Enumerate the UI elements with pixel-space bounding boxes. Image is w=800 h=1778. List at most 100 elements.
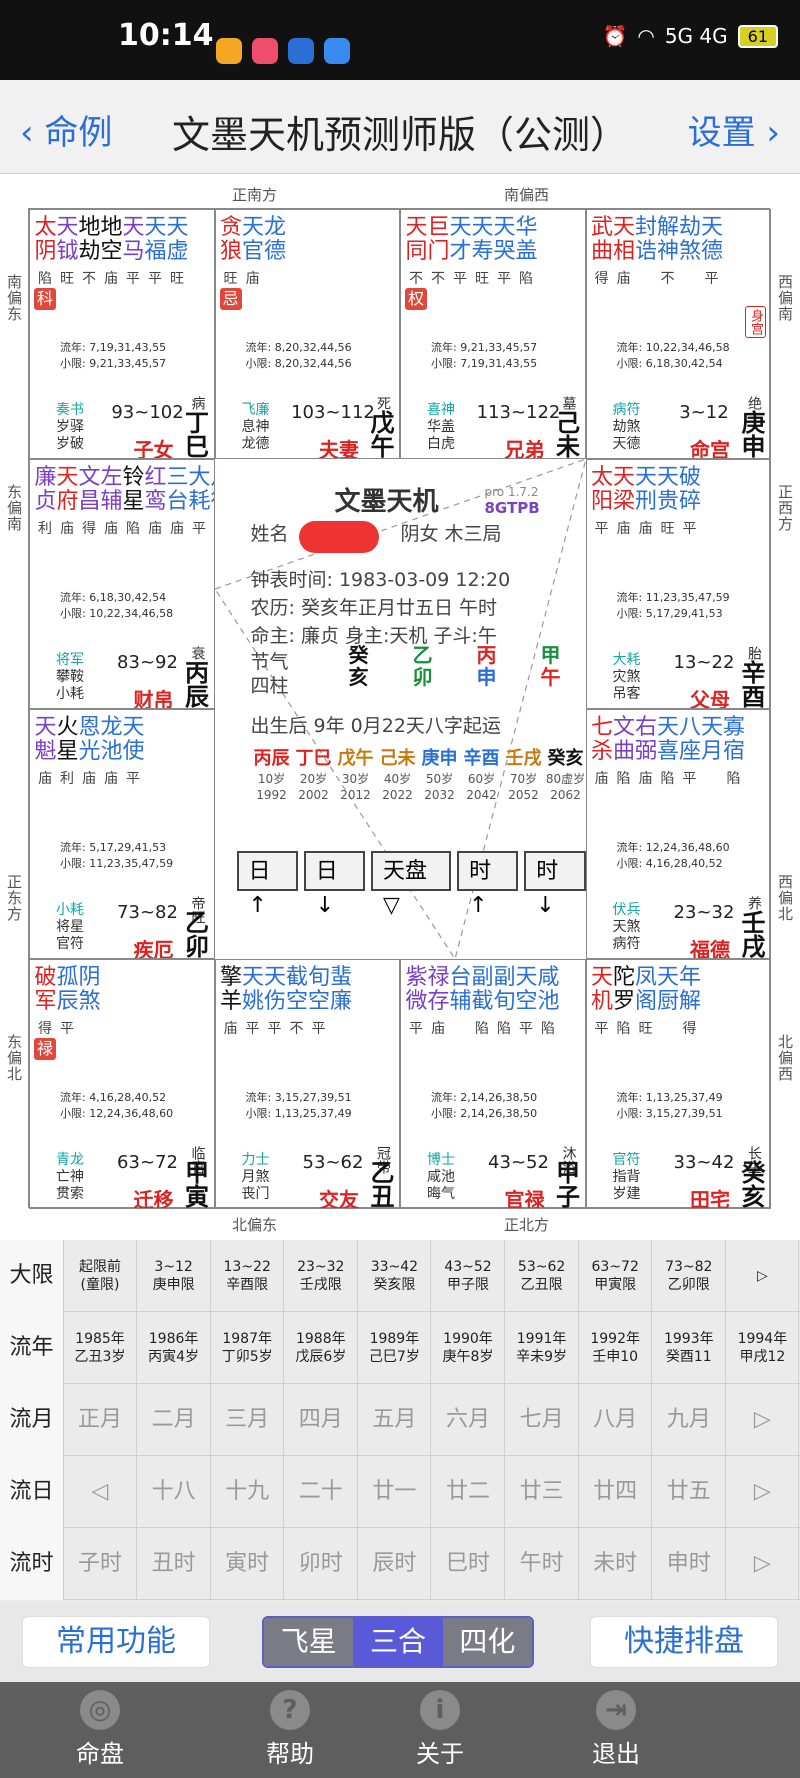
table-cell[interactable]: 1994年 甲戌12 — [726, 1312, 800, 1384]
nav-item[interactable]: ⇥ 退出 — [566, 1690, 666, 1769]
table-cell[interactable]: 五月 — [358, 1384, 432, 1456]
palace-cell[interactable]: 天火恩龙天 魁星光池使庙利庙庙平流年: 5,17,29,41,53 小限: 11,2… — [29, 709, 215, 959]
table-cell[interactable]: 起限前 (童限) — [64, 1240, 137, 1312]
table-cell[interactable]: 子时 — [64, 1528, 137, 1600]
table-cell[interactable]: 13~22 辛酉限 — [211, 1240, 285, 1312]
table-cell[interactable]: 1986年 丙寅4岁 — [138, 1312, 211, 1384]
table-cell[interactable]: 九月 — [653, 1384, 726, 1456]
cell-text: 甲寅限 — [594, 1277, 637, 1293]
nav-item[interactable]: i 关于 — [390, 1690, 490, 1769]
table-cell[interactable]: 1987年 丁卯5岁 — [211, 1312, 285, 1384]
cell-text: 六月 — [445, 1407, 490, 1432]
table-cell[interactable]: 巳时 — [432, 1528, 505, 1600]
palace-cell[interactable]: 廉天文左铃红三大月贞府昌辅星鸾台耗德利庙得庙陷庙庙平流年: 6,18,30,42… — [29, 459, 215, 709]
time-step-button[interactable]: 时↓ — [524, 851, 586, 918]
table-cell[interactable]: 三月 — [211, 1384, 285, 1456]
palace-cell[interactable]: 太天地地天天天 阴钺劫空马福虚陷旺不庙平平旺科流年: 7,19,31,43,55 小… — [29, 209, 215, 459]
table-cell[interactable]: 丑时 — [138, 1528, 211, 1600]
table-cell[interactable]: ▷ — [726, 1456, 800, 1528]
palace-cell[interactable]: 天陀凤天年 机罗阁厨解平陷旺得流年: 1,13,25,37,49 小限: 3,15,… — [585, 959, 771, 1209]
table-cell[interactable]: 七月 — [506, 1384, 579, 1456]
table-cell[interactable]: 1989年 己巳7岁 — [358, 1312, 432, 1384]
table-cell[interactable]: 53~62 乙丑限 — [506, 1240, 579, 1312]
table-cell[interactable]: 1988年 戊辰6岁 — [285, 1312, 358, 1384]
palace-cell[interactable]: 破孤阴 军辰煞得平禄流年: 4,16,28,40,52 小限: 12,24,36,4… — [29, 959, 215, 1209]
palace-cell[interactable]: 七文右天八天寡 杀曲弼喜座月宿庙陷庙陷平陷流年: 12,24,36,48,60 小限… — [585, 709, 771, 959]
table-cell[interactable]: 十九 — [211, 1456, 285, 1528]
nav-item[interactable]: ◎ 命盘 — [50, 1690, 150, 1769]
table-cell[interactable]: 73~82 乙卯限 — [653, 1240, 726, 1312]
star-name: 座 — [678, 739, 701, 764]
table-cell[interactable]: 廿五 — [653, 1456, 726, 1528]
star-brightness: 旺庙 — [220, 268, 286, 288]
palace-cell[interactable]: 太天天天破 阳梁刑贵碎平庙庙旺平流年: 11,23,35,47,59 小限: 5,1… — [585, 459, 771, 709]
table-cell[interactable]: 1990年 庚午8岁 — [432, 1312, 505, 1384]
table-cell[interactable]: 廿三 — [506, 1456, 579, 1528]
table-cell[interactable]: 1991年 辛未9岁 — [506, 1312, 579, 1384]
palace-cell[interactable]: 天巨天天天华 同门才寿哭盖不不平旺平陷权流年: 9,21,33,45,57 小限: … — [400, 209, 586, 459]
god-name: 青龙 — [56, 1152, 84, 1168]
table-cell[interactable]: 63~72 甲寅限 — [579, 1240, 653, 1312]
settings-button[interactable]: 设置 › — [688, 105, 780, 154]
star-brightness: 平陷旺 得 — [591, 1018, 701, 1038]
time-step-button[interactable]: 日↑ — [236, 851, 298, 918]
table-cell[interactable]: 1985年 乙丑3岁 — [64, 1312, 137, 1384]
view-mode-option[interactable]: 四化 — [442, 1618, 532, 1666]
table-cell[interactable]: 十八 — [138, 1456, 211, 1528]
dayun-item: 戊午 — [337, 748, 374, 769]
star-name: 天 — [56, 465, 78, 490]
palace-name: 迁移 — [133, 1188, 174, 1209]
row-label: 流年 — [0, 1312, 64, 1384]
table-cell[interactable]: 四月 — [285, 1384, 358, 1456]
star-name: 耗 — [188, 489, 210, 514]
star-name: 罗 — [612, 989, 635, 1014]
table-cell[interactable]: 23~32 壬戌限 — [285, 1240, 358, 1312]
palace-cell[interactable]: 擎天天截旬蜚 羊姚伤空空廉庙平平不平流年: 3,15,27,39,51 小限: 1,… — [214, 959, 400, 1209]
table-cell[interactable]: 33~42 癸亥限 — [358, 1240, 432, 1312]
table-cell[interactable]: 43~52 甲子限 — [432, 1240, 505, 1312]
star-name: 贞 — [34, 489, 56, 514]
table-cell[interactable]: 正月 — [64, 1384, 137, 1456]
table-cell[interactable]: 廿一 — [358, 1456, 432, 1528]
table-cell[interactable]: ◁ — [64, 1456, 137, 1528]
cell-text: 廿四 — [593, 1479, 638, 1504]
table-cell[interactable]: 廿四 — [579, 1456, 653, 1528]
exit-icon: ⇥ — [596, 1690, 636, 1730]
quick-chart-button[interactable]: 快捷排盘 — [590, 1616, 778, 1668]
table-cell[interactable]: 二月 — [138, 1384, 211, 1456]
table-cell[interactable]: 廿二 — [432, 1456, 505, 1528]
cell-text: 甲子限 — [447, 1277, 489, 1293]
view-mode-option[interactable]: 飞星 — [264, 1618, 354, 1666]
palace-cell[interactable]: 紫禄台副副天咸 微存辅截旬空池平庙陷陷平陷流年: 2,14,26,38,50 小限:… — [400, 959, 586, 1209]
palace-cell[interactable]: 贪天龙 狼官德旺庙忌流年: 8,20,32,44,56 小限: 8,20,32,44… — [214, 209, 400, 459]
table-cell[interactable]: 午时 — [506, 1528, 579, 1600]
table-cell[interactable]: 八月 — [579, 1384, 653, 1456]
minor-gods: 飞廉 息神 龙德 — [242, 402, 270, 453]
common-functions-button[interactable]: 常用功能 — [22, 1616, 210, 1668]
table-cell[interactable]: 寅时 — [211, 1528, 285, 1600]
table-cell[interactable]: 3~12 庚申限 — [138, 1240, 211, 1312]
table-cell[interactable]: ▷ — [726, 1240, 800, 1312]
cell-text: 庚申限 — [152, 1277, 195, 1293]
star-name: 左 — [100, 465, 122, 490]
nav-item[interactable]: ? 帮助 — [240, 1690, 340, 1769]
time-step-button[interactable]: 日↓ — [303, 851, 365, 918]
view-mode-option[interactable]: 三合 — [353, 1618, 443, 1666]
table-cell[interactable]: ▷ — [726, 1528, 800, 1600]
table-row: 流年 1985年 乙丑3岁 1986年 丙寅4岁 1987年 丁卯5岁 1988年 戊辰6岁 19… — [0, 1312, 800, 1384]
table-cell[interactable]: 未时 — [579, 1528, 653, 1600]
flow-limit-line: 小限: 7,19,31,43,55 — [431, 357, 538, 370]
time-step-button[interactable]: 时↑ — [457, 851, 519, 918]
table-cell[interactable]: ▷ — [726, 1384, 800, 1456]
table-cell[interactable]: 二十 — [285, 1456, 358, 1528]
table-cell[interactable]: 1993年 癸酉11 — [653, 1312, 726, 1384]
flow-years: 流年: 7,19,31,43,55 小限: 9,21,33,45,57 — [60, 340, 166, 372]
table-cell[interactable]: 卯时 — [285, 1528, 358, 1600]
time-step-button[interactable]: 天盘▽ — [370, 851, 452, 918]
table-cell[interactable]: 辰时 — [358, 1528, 432, 1600]
table-cell[interactable]: 六月 — [432, 1384, 505, 1456]
dayun-item: 80虚岁 — [545, 772, 586, 786]
table-cell[interactable]: 申时 — [653, 1528, 726, 1600]
palace-cell[interactable]: 武天封解劫天 曲相诰神煞德得庙不平身宫 流年: 10,22,34,46,58 小限: … — [585, 209, 771, 459]
table-cell[interactable]: 1992年 壬申10 — [579, 1312, 653, 1384]
